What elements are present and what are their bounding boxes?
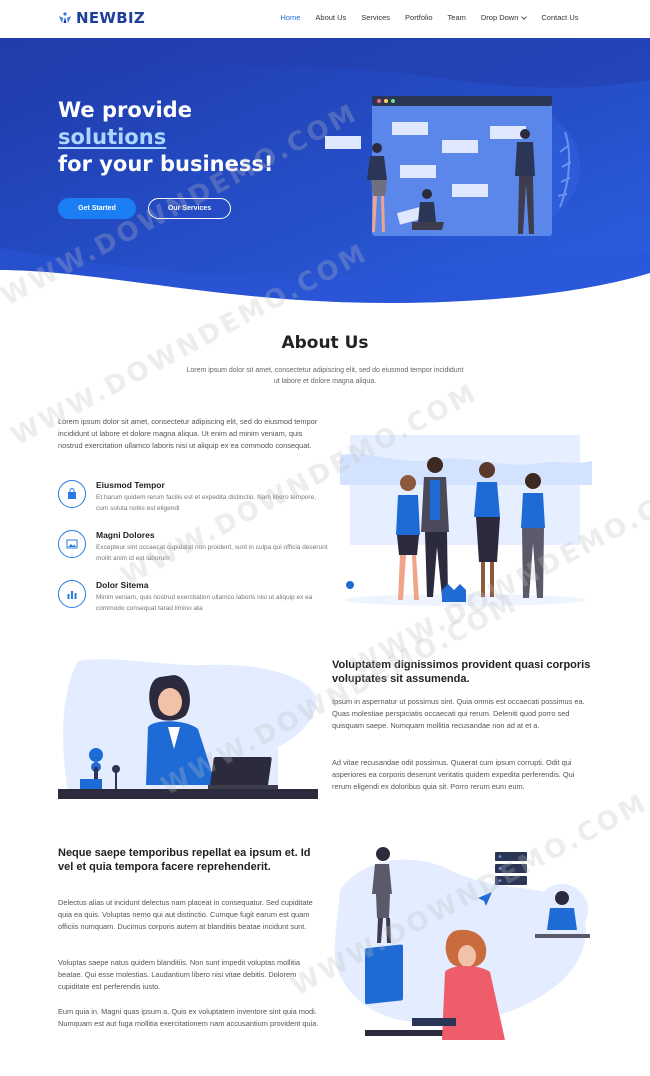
section3-paragraph-3: Eum quia in. Magni quas ipsum a. Quis ex…: [58, 1007, 319, 1028]
logo[interactable]: NEWBIZ: [58, 9, 145, 27]
feature-title: Dolor Sitema: [96, 580, 149, 590]
chevron-down-icon: [521, 14, 528, 20]
nav-services[interactable]: Services: [354, 13, 398, 22]
hero-title-line3: for your business!: [58, 152, 274, 176]
woman-at-desk-illustration: [58, 659, 318, 799]
section3-paragraph-1: Delectus alias ut incidunt delectus nam …: [58, 898, 313, 931]
section2-title: Voluptatem dignissimos provident quasi c…: [332, 659, 591, 685]
hero-title-line1: We provide: [58, 98, 192, 122]
nav-dropdown[interactable]: Drop Down: [473, 13, 534, 22]
logo-text: NEWBIZ: [76, 9, 146, 27]
section3-paragraph-2: Voluptas saepe natus quidem blanditiis. …: [58, 958, 300, 991]
section2-paragraph-2: Ad vitae recusandae odit possimus. Quaer…: [332, 758, 575, 791]
our-services-button[interactable]: Our Services: [148, 198, 231, 219]
nav-dropdown-label: Drop Down: [480, 13, 519, 22]
section2-paragraph-1: Ipsum in aspernatur ut possimus sint. Qu…: [332, 697, 585, 730]
hero-section: We provide solutions for your business! …: [0, 38, 650, 306]
feature-desc: Et harum quidem rerum facilis est et exp…: [96, 494, 317, 512]
team-illustration: [340, 435, 592, 606]
nav-portfolio[interactable]: Portfolio: [398, 13, 441, 22]
section3-title: Neque saepe temporibus repellat ea ipsum…: [58, 847, 311, 873]
logo-icon: [59, 12, 71, 23]
feature-title: Eiusmod Tempor: [96, 480, 165, 490]
feature-title: Magni Dolores: [96, 530, 155, 540]
navbar: NEWBIZ Home About Us Services Portfolio …: [0, 0, 650, 38]
hero-illustration: [325, 96, 580, 237]
about-intro: Lorem ipsum dolor sit amet, consectetur …: [58, 417, 318, 450]
image-icon: [58, 530, 86, 558]
feature-desc: Excepteur sint occaecat cupidatat non pr…: [96, 544, 328, 562]
main-nav: Home About Us Services Portfolio Team Dr…: [273, 13, 586, 22]
hero-title: We provide solutions for your business!: [58, 97, 318, 178]
bar-chart-icon: [58, 580, 86, 608]
hero-title-highlight: solutions: [58, 125, 167, 149]
about-title: About Us: [281, 333, 369, 353]
shopping-bag-icon: [58, 480, 86, 508]
feature-desc: Minim veniam, quis nostrud exercitation …: [96, 594, 313, 612]
nav-team[interactable]: Team: [440, 13, 473, 22]
nav-home[interactable]: Home: [273, 13, 308, 22]
nav-contact[interactable]: Contact Us: [534, 13, 586, 22]
about-subtitle: Lorem ipsum dolor sit amet, consectetur …: [186, 367, 464, 385]
get-started-button[interactable]: Get Started: [58, 198, 136, 219]
nav-about[interactable]: About Us: [308, 13, 354, 22]
team-work-illustration: [334, 847, 590, 1040]
